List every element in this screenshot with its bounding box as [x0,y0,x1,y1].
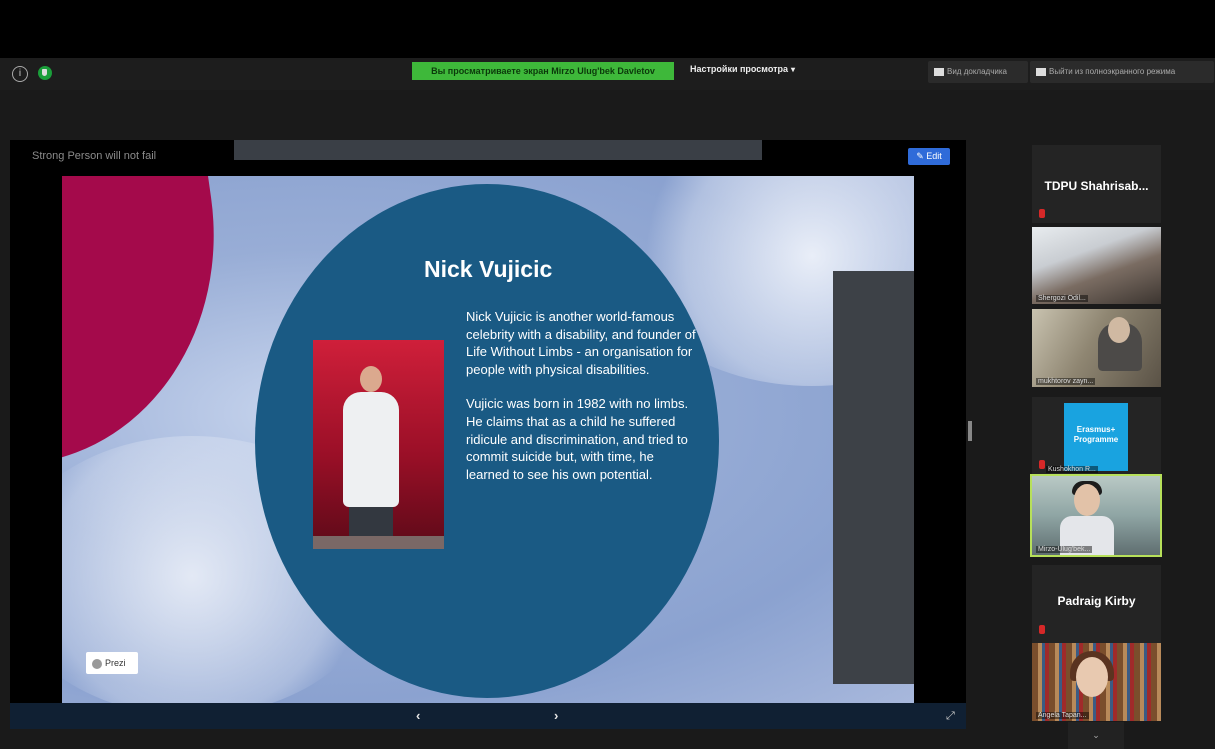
participant-tile[interactable]: TDPU Shahrisab... [1032,145,1161,223]
view-options-button[interactable]: Настройки просмотра ▾ [690,64,795,74]
prezi-label: Prezi [105,658,126,668]
participant-name: Padraig Kirby [1057,594,1136,608]
participant-name: Shergozi Odil... [1036,295,1088,302]
participant-name: TDPU Shahrisab... [1044,179,1149,193]
participant-tile[interactable]: Shergozi Odil... [1032,227,1161,304]
exit-fullscreen-icon [1036,67,1046,76]
participant-name: Kushokhon R... [1046,466,1098,473]
photo-floor [313,536,444,549]
next-slide-button[interactable]: › [554,708,558,723]
view-mode-label: Вид докладчика [947,67,1007,76]
slide-controls: ‹ › ⤢ [10,703,966,729]
participant-video-face [1108,317,1130,343]
participant-tile[interactable]: mukhtorov zayn... [1032,309,1161,387]
nick-vujicic-photo [313,340,444,549]
info-icon[interactable]: i [12,66,28,82]
participant-name: mukhtorov zayn... [1036,378,1096,385]
screen-share-banner: Вы просматриваете экран Mirzo Ulug'bek D… [412,62,674,80]
presentation-title: Strong Person will not fail [32,150,157,162]
participant-tile[interactable]: Erasmus+ Programme Kushokhon R... [1032,397,1161,475]
slide-body: Nick Vujicic is another world-famous cel… [466,308,698,500]
erasmus-logo: Erasmus+ Programme [1064,403,1128,471]
prev-slide-button[interactable]: ‹ [416,708,420,723]
top-black-strip [0,0,1215,58]
muted-mic-icon [1039,625,1045,634]
chevron-down-icon: ▾ [791,65,796,74]
top-overlay-panel [234,140,762,160]
slide-canvas: Nick Vujicic Nick Vujicic is another wor… [62,176,914,703]
gallery-scroll-down-button[interactable]: ⌄ [1068,722,1124,749]
prezi-badge[interactable]: Prezi [86,652,138,674]
scroll-handle[interactable] [968,421,972,441]
view-options-label: Настройки просмотра [690,64,789,74]
participant-video-face [1076,657,1108,697]
slide-paragraph: Vujicic was born in 1982 with no limbs. … [466,396,689,482]
participant-tile[interactable]: Angela Tapan... [1032,643,1161,721]
speaker-view-icon [934,67,944,76]
meeting-top-bar: i Вы просматриваете экран Mirzo Ulug'bek… [0,58,1215,90]
participant-video-face [1074,484,1100,516]
participant-tile[interactable]: Padraig Kirby [1032,565,1161,643]
edit-label: Edit [926,151,942,161]
exit-fullscreen-label: Выйти из полноэкранного режима [1049,67,1176,76]
edit-button[interactable]: ✎ Edit [908,148,950,165]
muted-mic-icon [1039,460,1045,469]
crimson-accent-shape [62,176,245,476]
slide-paragraph: Nick Vujicic is another world-famous cel… [466,309,696,377]
participant-tile-active-speaker[interactable]: Mirzo-Ulug'bek... [1030,474,1162,557]
photo-head [360,366,382,392]
side-overlay-panel [833,271,914,684]
photo-torso [343,392,399,507]
participant-name: Mirzo-Ulug'bek... [1036,546,1093,553]
shield-icon[interactable] [38,66,52,80]
muted-mic-icon [1039,209,1045,218]
slide-title: Nick Vujicic [424,256,553,282]
participant-name: Angela Tapan... [1036,712,1089,719]
expand-icon[interactable]: ⤢ [946,710,958,722]
prezi-logo-icon [92,658,102,669]
exit-fullscreen-button[interactable]: Выйти из полноэкранного режима [1030,61,1214,83]
shared-screen-stage: Strong Person will not fail ✎ Edit Nick … [10,140,972,705]
view-mode-button[interactable]: Вид докладчика [928,61,1028,83]
